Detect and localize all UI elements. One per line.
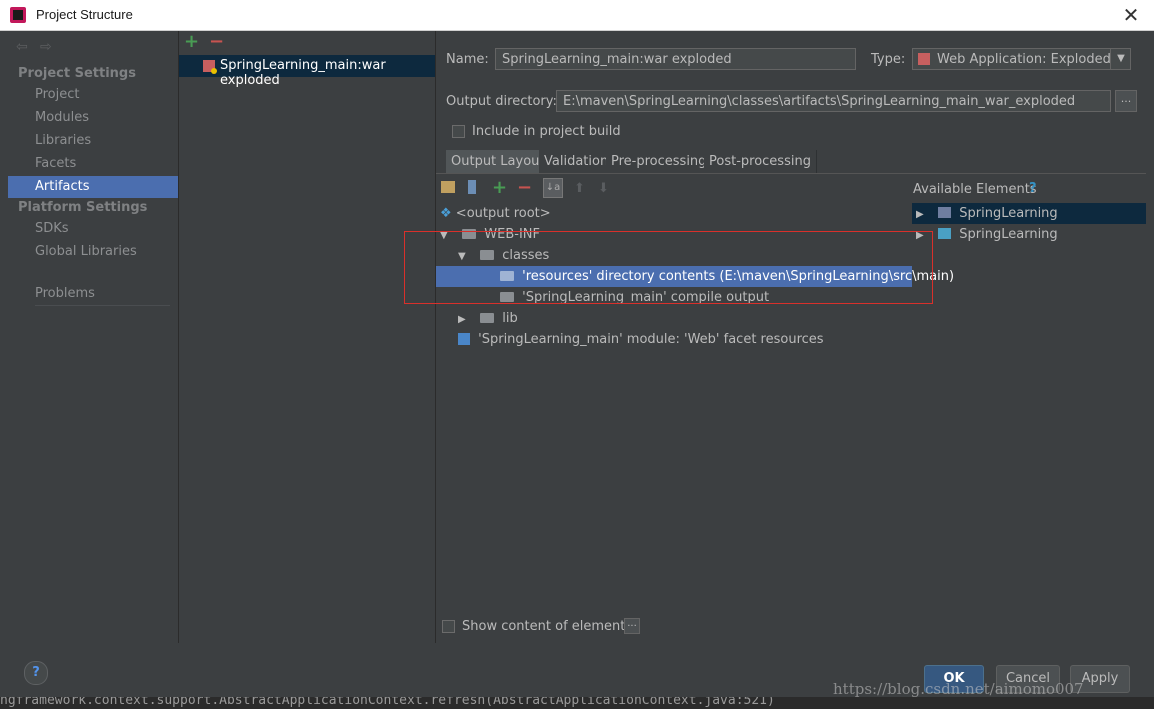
browse-output-button[interactable]: ... bbox=[1115, 90, 1137, 112]
nav-item-modules[interactable]: Modules bbox=[8, 107, 178, 129]
nav-item-facets[interactable]: Facets bbox=[8, 153, 178, 175]
watermark-text: https://blog.csdn.net/aimomo007 bbox=[833, 680, 1084, 698]
output-root-icon: ❖ bbox=[440, 206, 452, 221]
include-build-checkbox[interactable] bbox=[452, 125, 465, 138]
add-element-icon[interactable]: + bbox=[492, 177, 507, 198]
collapsed-triangle-icon[interactable]: ▶ bbox=[916, 204, 928, 225]
type-label: Type: bbox=[871, 52, 906, 67]
tab-divider bbox=[436, 173, 1146, 174]
nav-divider bbox=[35, 305, 170, 306]
highlight-annotation-box bbox=[404, 231, 933, 304]
window-title: Project Structure bbox=[36, 7, 133, 22]
nav-item-libraries[interactable]: Libraries bbox=[8, 130, 178, 152]
sort-icon[interactable]: ↓a bbox=[543, 178, 563, 198]
name-field[interactable]: SpringLearning_main:war exploded bbox=[495, 48, 856, 70]
move-down-icon[interactable]: ⬇ bbox=[598, 181, 609, 196]
output-directory-field[interactable]: E:\maven\SpringLearning\classes\artifact… bbox=[556, 90, 1111, 112]
settings-navigation: ⇦ ⇨ Project Settings Project Modules Lib… bbox=[8, 31, 179, 643]
tab-post-processing[interactable]: Post-processing bbox=[704, 150, 817, 173]
forward-arrow-icon[interactable]: ⇨ bbox=[40, 39, 52, 55]
web-app-icon bbox=[918, 53, 930, 65]
move-up-icon[interactable]: ⬆ bbox=[574, 181, 585, 196]
remove-element-icon[interactable]: − bbox=[517, 177, 532, 198]
remove-artifact-icon[interactable]: − bbox=[209, 31, 224, 52]
type-value: Web Application: Exploded bbox=[937, 52, 1111, 67]
output-directory-label: Output directory: bbox=[446, 94, 557, 109]
nav-item-artifacts[interactable]: Artifacts bbox=[8, 176, 178, 198]
nav-item-project[interactable]: Project bbox=[8, 84, 178, 106]
nav-item-sdks[interactable]: SDKs bbox=[8, 218, 178, 240]
show-content-options-button[interactable]: ... bbox=[624, 618, 640, 634]
name-label: Name: bbox=[446, 52, 489, 67]
collapsed-triangle-icon[interactable]: ▶ bbox=[458, 309, 470, 330]
help-button[interactable]: ? bbox=[24, 661, 48, 685]
available-elements-header: Available Elements bbox=[913, 182, 1037, 197]
tree-facet-resources[interactable]: 'SpringLearning_main' module: 'Web' face… bbox=[458, 329, 898, 350]
nav-item-problems[interactable]: Problems bbox=[8, 283, 178, 305]
show-content-checkbox[interactable] bbox=[442, 620, 455, 633]
artifact-label: SpringLearning_main:war exploded bbox=[220, 58, 386, 88]
artifact-settings-panel: Name: SpringLearning_main:war exploded T… bbox=[404, 31, 1146, 643]
tree-lib[interactable]: ▶ lib bbox=[458, 308, 658, 329]
module-icon bbox=[938, 207, 952, 218]
artifact-row[interactable]: SpringLearning_main:war exploded bbox=[179, 55, 435, 88]
help-icon[interactable]: ? bbox=[1029, 181, 1037, 196]
archive-icon[interactable] bbox=[468, 180, 476, 194]
project-settings-header: Project Settings bbox=[18, 66, 136, 81]
close-icon[interactable]: ✕ bbox=[1116, 1, 1146, 29]
war-artifact-icon bbox=[203, 60, 217, 74]
add-artifact-icon[interactable]: + bbox=[184, 31, 199, 52]
title-bar[interactable]: Project Structure ✕ bbox=[0, 0, 1154, 31]
module-icon bbox=[938, 228, 952, 239]
available-item[interactable]: ▶ SpringLearning bbox=[912, 224, 1146, 245]
tree-output-root[interactable]: ❖ <output root> bbox=[440, 203, 910, 224]
tab-output-layout[interactable]: Output Layout bbox=[446, 150, 551, 173]
include-build-label: Include in project build bbox=[472, 124, 621, 139]
folder-icon bbox=[480, 313, 495, 323]
tab-pre-processing[interactable]: Pre-processing bbox=[606, 150, 713, 173]
back-arrow-icon[interactable]: ⇦ bbox=[16, 39, 28, 55]
nav-item-global-libraries[interactable]: Global Libraries bbox=[8, 241, 178, 263]
new-folder-icon[interactable] bbox=[441, 181, 455, 193]
artifact-list-panel: + − SpringLearning_main:war exploded bbox=[179, 31, 436, 643]
type-combobox[interactable]: Web Application: Exploded bbox=[912, 48, 1131, 70]
project-structure-dialog: Project Structure ✕ ⇦ ⇨ Project Settings… bbox=[0, 0, 1154, 709]
facet-icon bbox=[458, 333, 470, 345]
available-item[interactable]: ▶ SpringLearning bbox=[912, 203, 1146, 224]
show-content-label: Show content of elements bbox=[462, 619, 633, 634]
collapsed-triangle-icon[interactable]: ▶ bbox=[916, 225, 928, 246]
platform-settings-header: Platform Settings bbox=[18, 200, 148, 215]
chevron-down-icon[interactable]: ▼ bbox=[1110, 48, 1131, 70]
intellij-app-icon bbox=[10, 7, 26, 23]
tab-validation[interactable]: Validation bbox=[539, 150, 615, 173]
